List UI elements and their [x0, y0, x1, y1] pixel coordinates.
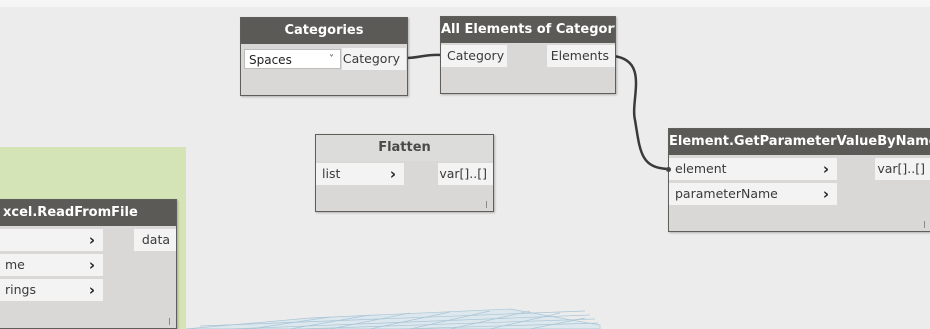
resize-handle[interactable] [169, 318, 170, 325]
port-label: data [141, 232, 170, 247]
output-port[interactable]: data [134, 229, 176, 251]
port-label: Category [342, 51, 400, 66]
input-port-1[interactable]: › [0, 229, 103, 251]
node-title: xcel.ReadFromFile [0, 200, 176, 226]
node-title: Element.GetParameterValueByName [669, 129, 930, 155]
input-port-2[interactable]: me › [0, 254, 103, 276]
wire-category-to-category [405, 53, 442, 60]
port-label: Category [447, 48, 505, 63]
resize-handle[interactable] [924, 221, 925, 228]
output-port[interactable]: Category [342, 48, 406, 70]
port-label: var[]..[] [439, 166, 487, 181]
input-port-parametername[interactable]: parameterName › [669, 183, 837, 205]
output-port[interactable]: var[]..[] [438, 163, 493, 185]
node-title: All Elements of Category [441, 17, 615, 43]
flatten-node[interactable]: Flatten list › var[]..[] [315, 134, 494, 212]
graph-canvas[interactable]: Categories Spaces ˅ Category All Element… [0, 0, 930, 329]
category-dropdown[interactable]: Spaces ˅ [244, 49, 341, 69]
chevron-right-icon: › [822, 185, 829, 203]
chevron-right-icon: › [88, 231, 95, 249]
port-label: rings [5, 282, 36, 297]
excel-read-from-file-node[interactable]: xcel.ReadFromFile › me › rings › data [0, 199, 177, 329]
chevron-down-icon: ˅ [329, 54, 334, 65]
chevron-right-icon: › [88, 281, 95, 299]
input-port[interactable]: Category [441, 45, 507, 67]
port-label: var[]..[] [877, 161, 925, 176]
node-title: Categories [241, 18, 407, 44]
input-port-3[interactable]: rings › [0, 279, 103, 301]
all-elements-of-category-node[interactable]: All Elements of Category Category Elemen… [440, 16, 616, 94]
port-label: me [5, 257, 25, 272]
categories-node[interactable]: Categories Spaces ˅ Category [240, 17, 408, 96]
port-label: parameterName [675, 186, 778, 201]
get-parameter-value-node[interactable]: Element.GetParameterValueByName element … [666, 128, 930, 232]
wire-elements-to-element [612, 54, 669, 171]
port-label: Elements [550, 48, 609, 63]
wire-connection-dot [666, 167, 671, 172]
input-port[interactable]: list › [316, 163, 404, 185]
port-label: list [322, 166, 341, 181]
node-title: Flatten [316, 135, 493, 161]
chevron-right-icon: › [88, 256, 95, 274]
dropdown-value: Spaces [249, 53, 292, 67]
output-port[interactable]: Elements [547, 45, 615, 67]
output-port[interactable]: var[]..[] [875, 158, 930, 180]
port-label: element [675, 161, 727, 176]
resize-handle[interactable] [486, 201, 487, 208]
chevron-right-icon: › [389, 165, 396, 183]
chevron-right-icon: › [822, 160, 829, 178]
input-port-element[interactable]: element › [669, 158, 837, 180]
